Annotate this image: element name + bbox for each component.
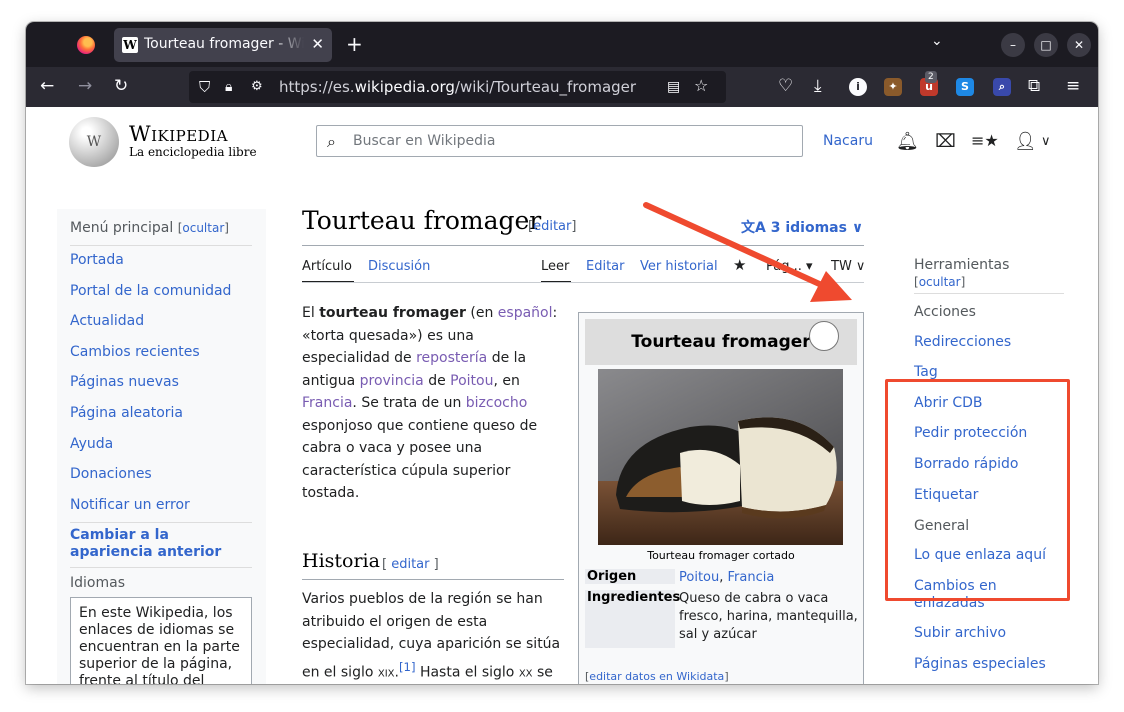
close-window-icon[interactable]: ✕ <box>1067 33 1091 57</box>
wikipedia-favicon-icon: W <box>122 37 138 53</box>
tab-title: Tourteau fromager - Wiki <box>144 36 304 52</box>
shield-icon[interactable]: ⛉ <box>199 77 210 97</box>
reload-icon[interactable]: ↻ <box>114 76 128 96</box>
browser-window: W Tourteau fromager - Wiki ✕ + ⌄ – □ ✕ ←… <box>26 22 1098 684</box>
download-icon[interactable]: ⤓ <box>814 76 822 96</box>
permissions-icon[interactable]: ⚙ <box>251 77 263 97</box>
forward-icon[interactable]: → <box>78 76 92 96</box>
lock-icon[interactable]: 🔒︎ <box>225 77 232 97</box>
hamburger-menu-icon[interactable]: ≡ <box>1066 76 1080 96</box>
reader-view-icon[interactable]: ▤ <box>667 77 680 97</box>
address-bar[interactable]: ⛉ 🔒︎ ⚙ https://es.wikipedia.org/wiki/Tou… <box>189 71 726 103</box>
pocket-icon[interactable]: ♡ <box>778 76 793 96</box>
pawprint-extension-icon[interactable]: ✦ <box>884 78 902 96</box>
search-extension-icon[interactable]: ⌕ <box>993 78 1011 96</box>
browser-tab[interactable]: W Tourteau fromager - Wiki ✕ <box>114 28 332 62</box>
close-tab-icon[interactable]: ✕ <box>311 35 324 53</box>
url-text: https://es.wikipedia.org/wiki/Tourteau_f… <box>279 78 637 96</box>
annotation-arrow <box>643 202 852 302</box>
list-tabs-chevron-icon[interactable]: ⌄ <box>931 33 943 49</box>
extension-badge: 2 <box>925 71 937 83</box>
navigation-toolbar: ← → ↻ ⛉ 🔒︎ ⚙ https://es.wikipedia.org/wi… <box>26 67 1098 107</box>
minimize-icon[interactable]: – <box>1001 33 1025 57</box>
extensions-puzzle-icon[interactable]: ⧉ <box>1028 76 1040 96</box>
tab-strip: W Tourteau fromager - Wiki ✕ + ⌄ – □ ✕ <box>26 22 1098 67</box>
bookmark-star-icon[interactable]: ☆ <box>694 76 708 96</box>
back-icon[interactable]: ← <box>40 76 54 96</box>
firefox-menu-icon[interactable] <box>77 36 95 54</box>
web-page: W Wikipedia La enciclopedia libre ⌕ Busc… <box>26 107 1098 684</box>
info-extension-icon[interactable]: i <box>849 78 867 96</box>
maximize-icon[interactable]: □ <box>1034 33 1058 57</box>
s-extension-icon[interactable]: S <box>956 78 974 96</box>
new-tab-icon[interactable]: + <box>346 32 363 56</box>
